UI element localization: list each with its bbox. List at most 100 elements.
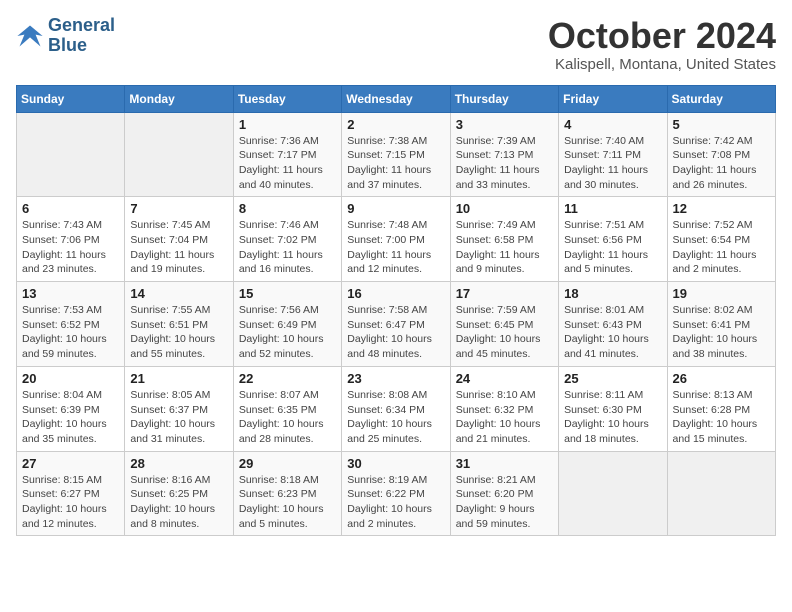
day-number: 7: [130, 201, 227, 216]
calendar-cell: 10 Sunrise: 7:49 AM Sunset: 6:58 PM Dayli…: [450, 197, 558, 282]
weekday-header-wednesday: Wednesday: [342, 85, 450, 112]
day-number: 31: [456, 456, 553, 471]
day-info: Sunrise: 8:02 AM Sunset: 6:41 PM Dayligh…: [673, 303, 770, 362]
calendar-cell: 16 Sunrise: 7:58 AM Sunset: 6:47 PM Dayli…: [342, 282, 450, 367]
day-info: Sunrise: 7:46 AM Sunset: 7:02 PM Dayligh…: [239, 218, 336, 277]
calendar-cell: 15Sunrise: 7:56 AM Sunset: 6:49 PM Dayli…: [233, 282, 341, 367]
day-number: 14: [130, 286, 227, 301]
calendar-cell: 11Sunrise: 7:51 AM Sunset: 6:56 PM Dayli…: [559, 197, 667, 282]
calendar-cell: 30 Sunrise: 8:19 AM Sunset: 6:22 PM Dayli…: [342, 451, 450, 536]
day-info: Sunrise: 8:16 AM Sunset: 6:25 PM Dayligh…: [130, 473, 227, 532]
month-title: October 2024: [548, 16, 776, 56]
day-number: 28: [130, 456, 227, 471]
day-number: 20: [22, 371, 119, 386]
day-number: 6: [22, 201, 119, 216]
logo-icon: [16, 22, 44, 50]
day-info: Sunrise: 7:38 AM Sunset: 7:15 PM Dayligh…: [347, 134, 444, 193]
day-info: Sunrise: 8:19 AM Sunset: 6:22 PM Dayligh…: [347, 473, 444, 532]
day-number: 19: [673, 286, 770, 301]
day-info: Sunrise: 8:11 AM Sunset: 6:30 PM Dayligh…: [564, 388, 661, 447]
day-number: 24: [456, 371, 553, 386]
calendar-cell: 17 Sunrise: 7:59 AM Sunset: 6:45 PM Dayli…: [450, 282, 558, 367]
day-number: 17: [456, 286, 553, 301]
logo-text: General Blue: [48, 16, 115, 56]
calendar-cell: 26 Sunrise: 8:13 AM Sunset: 6:28 PM Dayli…: [667, 366, 775, 451]
calendar-cell: [667, 451, 775, 536]
day-number: 11: [564, 201, 661, 216]
day-info: Sunrise: 8:13 AM Sunset: 6:28 PM Dayligh…: [673, 388, 770, 447]
day-number: 12: [673, 201, 770, 216]
day-info: Sunrise: 8:05 AM Sunset: 6:37 PM Dayligh…: [130, 388, 227, 447]
header: General Blue October 2024 Kalispell, Mon…: [16, 16, 776, 73]
title-area: October 2024 Kalispell, Montana, United …: [548, 16, 776, 73]
day-number: 16: [347, 286, 444, 301]
day-info: Sunrise: 8:18 AM Sunset: 6:23 PM Dayligh…: [239, 473, 336, 532]
calendar-cell: 23Sunrise: 8:08 AM Sunset: 6:34 PM Dayli…: [342, 366, 450, 451]
calendar-cell: 12 Sunrise: 7:52 AM Sunset: 6:54 PM Dayli…: [667, 197, 775, 282]
calendar-table: SundayMondayTuesdayWednesdayThursdayFrid…: [16, 85, 776, 537]
day-number: 21: [130, 371, 227, 386]
weekday-header-saturday: Saturday: [667, 85, 775, 112]
day-info: Sunrise: 7:36 AM Sunset: 7:17 PM Dayligh…: [239, 134, 336, 193]
day-info: Sunrise: 8:08 AM Sunset: 6:34 PM Dayligh…: [347, 388, 444, 447]
calendar-cell: 27Sunrise: 8:15 AM Sunset: 6:27 PM Dayli…: [17, 451, 125, 536]
calendar-cell: 1 Sunrise: 7:36 AM Sunset: 7:17 PM Daylig…: [233, 112, 341, 197]
calendar-cell: 13 Sunrise: 7:53 AM Sunset: 6:52 PM Dayli…: [17, 282, 125, 367]
week-row-5: 27Sunrise: 8:15 AM Sunset: 6:27 PM Dayli…: [17, 451, 776, 536]
day-info: Sunrise: 8:15 AM Sunset: 6:27 PM Dayligh…: [22, 473, 119, 532]
day-info: Sunrise: 8:21 AM Sunset: 6:20 PM Dayligh…: [456, 473, 553, 532]
day-number: 26: [673, 371, 770, 386]
calendar-cell: 24 Sunrise: 8:10 AM Sunset: 6:32 PM Dayli…: [450, 366, 558, 451]
day-number: 8: [239, 201, 336, 216]
day-number: 9: [347, 201, 444, 216]
day-info: Sunrise: 7:52 AM Sunset: 6:54 PM Dayligh…: [673, 218, 770, 277]
calendar-cell: 25Sunrise: 8:11 AM Sunset: 6:30 PM Dayli…: [559, 366, 667, 451]
calendar-cell: 14 Sunrise: 7:55 AM Sunset: 6:51 PM Dayli…: [125, 282, 233, 367]
calendar-cell: 31 Sunrise: 8:21 AM Sunset: 6:20 PM Dayli…: [450, 451, 558, 536]
week-row-1: 1 Sunrise: 7:36 AM Sunset: 7:17 PM Daylig…: [17, 112, 776, 197]
calendar-cell: 29 Sunrise: 8:18 AM Sunset: 6:23 PM Dayli…: [233, 451, 341, 536]
day-number: 2: [347, 117, 444, 132]
day-number: 18: [564, 286, 661, 301]
calendar-cell: [559, 451, 667, 536]
calendar-cell: [125, 112, 233, 197]
day-info: Sunrise: 8:01 AM Sunset: 6:43 PM Dayligh…: [564, 303, 661, 362]
logo: General Blue: [16, 16, 115, 56]
day-info: Sunrise: 7:58 AM Sunset: 6:47 PM Dayligh…: [347, 303, 444, 362]
day-info: Sunrise: 7:53 AM Sunset: 6:52 PM Dayligh…: [22, 303, 119, 362]
calendar-cell: 20Sunrise: 8:04 AM Sunset: 6:39 PM Dayli…: [17, 366, 125, 451]
weekday-header-thursday: Thursday: [450, 85, 558, 112]
day-number: 29: [239, 456, 336, 471]
day-number: 10: [456, 201, 553, 216]
calendar-cell: 3 Sunrise: 7:39 AM Sunset: 7:13 PM Daylig…: [450, 112, 558, 197]
day-number: 5: [673, 117, 770, 132]
day-number: 30: [347, 456, 444, 471]
week-row-4: 20Sunrise: 8:04 AM Sunset: 6:39 PM Dayli…: [17, 366, 776, 451]
calendar-cell: 4 Sunrise: 7:40 AM Sunset: 7:11 PM Daylig…: [559, 112, 667, 197]
day-info: Sunrise: 7:40 AM Sunset: 7:11 PM Dayligh…: [564, 134, 661, 193]
calendar-cell: [17, 112, 125, 197]
day-info: Sunrise: 7:59 AM Sunset: 6:45 PM Dayligh…: [456, 303, 553, 362]
calendar-cell: 22Sunrise: 8:07 AM Sunset: 6:35 PM Dayli…: [233, 366, 341, 451]
day-info: Sunrise: 7:55 AM Sunset: 6:51 PM Dayligh…: [130, 303, 227, 362]
calendar-cell: 19 Sunrise: 8:02 AM Sunset: 6:41 PM Dayli…: [667, 282, 775, 367]
weekday-header-monday: Monday: [125, 85, 233, 112]
weekday-header-sunday: Sunday: [17, 85, 125, 112]
day-number: 15: [239, 286, 336, 301]
calendar-cell: 6Sunrise: 7:43 AM Sunset: 7:06 PM Daylig…: [17, 197, 125, 282]
calendar-cell: 21 Sunrise: 8:05 AM Sunset: 6:37 PM Dayli…: [125, 366, 233, 451]
day-info: Sunrise: 7:42 AM Sunset: 7:08 PM Dayligh…: [673, 134, 770, 193]
day-number: 3: [456, 117, 553, 132]
week-row-2: 6Sunrise: 7:43 AM Sunset: 7:06 PM Daylig…: [17, 197, 776, 282]
day-info: Sunrise: 7:49 AM Sunset: 6:58 PM Dayligh…: [456, 218, 553, 277]
calendar-cell: 2 Sunrise: 7:38 AM Sunset: 7:15 PM Daylig…: [342, 112, 450, 197]
calendar-cell: 8 Sunrise: 7:46 AM Sunset: 7:02 PM Daylig…: [233, 197, 341, 282]
day-number: 4: [564, 117, 661, 132]
calendar-cell: 18 Sunrise: 8:01 AM Sunset: 6:43 PM Dayli…: [559, 282, 667, 367]
day-number: 13: [22, 286, 119, 301]
day-info: Sunrise: 8:10 AM Sunset: 6:32 PM Dayligh…: [456, 388, 553, 447]
day-info: Sunrise: 7:39 AM Sunset: 7:13 PM Dayligh…: [456, 134, 553, 193]
calendar-cell: 7Sunrise: 7:45 AM Sunset: 7:04 PM Daylig…: [125, 197, 233, 282]
day-number: 1: [239, 117, 336, 132]
location-title: Kalispell, Montana, United States: [548, 56, 776, 73]
